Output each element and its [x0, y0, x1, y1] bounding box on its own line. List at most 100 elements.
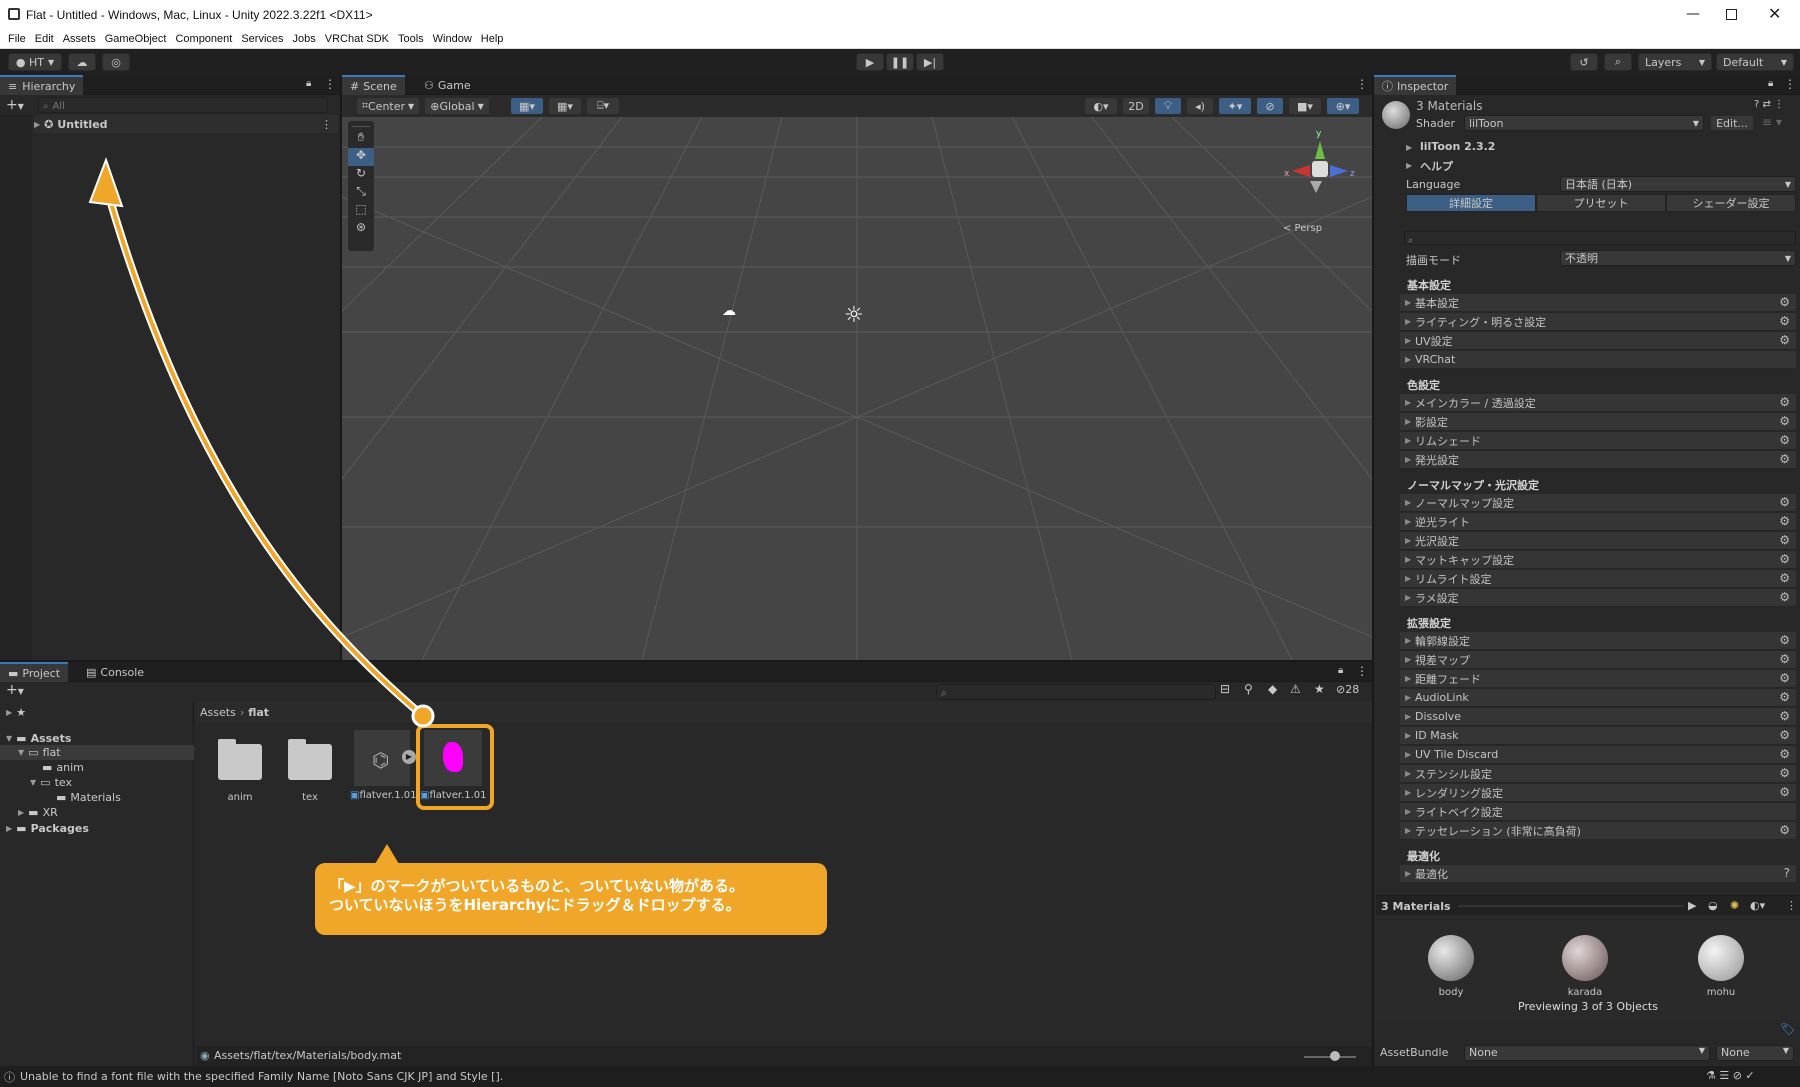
- shader-dropdown[interactable]: lilToon ▼: [1464, 115, 1704, 131]
- cloud-button[interactable]: ☁: [68, 53, 96, 71]
- foldout-shadow[interactable]: ▶ 影設定 ⚙: [1400, 413, 1796, 431]
- gear-icon[interactable]: ⚙: [1779, 571, 1790, 585]
- tag-icon[interactable]: 🏷︎: [1780, 1022, 1795, 1036]
- scene-item[interactable]: ▶ ✪ Untitled ⋮: [34, 115, 338, 133]
- foldout-vrchat[interactable]: ▶ VRChat: [1400, 351, 1796, 369]
- assetbundle-dropdown[interactable]: None ▼: [1464, 1045, 1710, 1061]
- edit-shader-button[interactable]: Edit...: [1710, 115, 1754, 131]
- gear-icon[interactable]: ⚙: [1779, 433, 1790, 447]
- orientation-gizmo[interactable]: y x z < Persp: [1282, 127, 1362, 237]
- foldout-uv[interactable]: ▶ UV設定 ⚙: [1400, 332, 1796, 350]
- render-mode-dropdown[interactable]: 不透明 ▼: [1560, 250, 1796, 266]
- gear-icon[interactable]: ⚙: [1779, 314, 1790, 328]
- help-foldout[interactable]: ヘルプ: [1420, 158, 1453, 174]
- status-tray-icons[interactable]: ⚗ ☰ ⊘ ✓: [1706, 1069, 1755, 1082]
- account-dropdown[interactable]: ● HT ▼: [8, 53, 62, 71]
- more-menu-icon[interactable]: ⋮: [324, 77, 336, 91]
- gear-icon[interactable]: ⚙: [1779, 823, 1790, 837]
- asset-anim-label[interactable]: anim: [208, 792, 272, 803]
- preview-mesh-dropdown[interactable]: ◐▾: [1750, 899, 1765, 912]
- close-button[interactable]: ✕: [1768, 4, 1781, 23]
- tab-shader-settings[interactable]: シェーダー設定: [1666, 194, 1796, 212]
- tab-advanced[interactable]: 詳細設定: [1406, 194, 1536, 212]
- foldout-uv-tile-discard[interactable]: ▶ UV Tile Discard ⚙: [1400, 746, 1796, 764]
- foldout-matcap[interactable]: ▶ マットキャップ設定 ⚙: [1400, 551, 1796, 569]
- gear-icon[interactable]: ⚙: [1779, 333, 1790, 347]
- gear-icon[interactable]: ⚙: [1779, 747, 1790, 761]
- gear-icon[interactable]: ⚙: [1779, 652, 1790, 666]
- expand-arrow-icon[interactable]: ▶: [1406, 161, 1412, 170]
- add-button[interactable]: +▼: [6, 97, 24, 113]
- y-axis-cone[interactable]: [1315, 141, 1325, 159]
- foldout-audiolink[interactable]: ▶ AudioLink ⚙: [1400, 689, 1796, 707]
- gear-icon[interactable]: ⚙: [1779, 514, 1790, 528]
- gear-icon[interactable]: ⚙: [1779, 785, 1790, 799]
- gear-icon[interactable]: ⚙: [1779, 295, 1790, 309]
- menu-services[interactable]: Services: [241, 33, 283, 45]
- expand-arrow-icon[interactable]: ▶: [34, 120, 40, 129]
- tab-scene[interactable]: # Scene: [342, 75, 405, 95]
- foldout-parallax[interactable]: ▶ 視差マップ ⚙: [1400, 651, 1796, 669]
- search-button[interactable]: ⌕: [1604, 53, 1632, 71]
- tree-materials[interactable]: ▬ Materials: [56, 790, 121, 805]
- light-icon[interactable]: ✺: [1730, 899, 1739, 912]
- menu-tools[interactable]: Tools: [398, 33, 424, 45]
- minimize-button[interactable]: —: [1686, 6, 1700, 22]
- foldout-optimize[interactable]: ▶ 最適化?: [1400, 865, 1796, 883]
- language-dropdown[interactable]: 日本語 (日本) ▼: [1560, 176, 1796, 192]
- z-axis-cone[interactable]: [1330, 165, 1348, 177]
- folder-tex-icon[interactable]: [288, 739, 332, 780]
- label-filter-icon[interactable]: ◆: [1268, 682, 1277, 696]
- drag-handle[interactable]: [352, 123, 370, 127]
- hand-tool-icon[interactable]: ✋︎: [348, 130, 374, 148]
- history-button[interactable]: ↺: [1570, 53, 1598, 71]
- foldout-normal-map[interactable]: ▶ ノーマルマップ設定 ⚙: [1400, 494, 1796, 512]
- menu-assets[interactable]: Assets: [63, 33, 96, 45]
- search-by-type-icon[interactable]: ⊟: [1220, 682, 1230, 696]
- scene-grid[interactable]: [342, 117, 1372, 660]
- light-gizmo-icon[interactable]: ☼: [844, 303, 864, 328]
- tab-inspector[interactable]: ⓘ Inspector: [1374, 75, 1457, 95]
- more-menu-icon[interactable]: ⋮: [1786, 899, 1797, 912]
- collab-button[interactable]: ◎: [102, 53, 130, 71]
- play-icon[interactable]: ▶: [1688, 899, 1696, 912]
- menu-help[interactable]: Help: [481, 33, 504, 45]
- create-button[interactable]: +▼: [6, 682, 24, 698]
- foldout-backlight[interactable]: ▶ 逆光ライト ⚙: [1400, 513, 1796, 531]
- inspector-search-input[interactable]: ⌕: [1404, 231, 1796, 246]
- audio-toggle[interactable]: ◂): [1186, 97, 1214, 115]
- foldout-rim-light[interactable]: ▶ リムライト設定 ⚙: [1400, 570, 1796, 588]
- foldout-reflection[interactable]: ▶ 光沢設定 ⚙: [1400, 532, 1796, 550]
- foldout-glitter[interactable]: ▶ ラメ設定 ⚙: [1400, 589, 1796, 607]
- draw-mode-dropdown[interactable]: ◐▾: [1084, 97, 1118, 115]
- help-icon[interactable]: ?: [1784, 866, 1790, 880]
- menu-file[interactable]: File: [8, 33, 26, 45]
- gear-icon[interactable]: ⚙: [1779, 633, 1790, 647]
- tab-preset[interactable]: プリセット: [1536, 194, 1666, 212]
- filter-icon[interactable]: ⚲: [1244, 682, 1253, 696]
- foldout-id-mask[interactable]: ▶ ID Mask ⚙: [1400, 727, 1796, 745]
- foldout-distance-fade[interactable]: ▶ 距離フェード ⚙: [1400, 670, 1796, 688]
- pivot-dropdown[interactable]: ⌗ Center ▼: [356, 97, 420, 115]
- maximize-button[interactable]: [1726, 9, 1737, 20]
- gear-icon[interactable]: ⚙: [1779, 495, 1790, 509]
- increment-snap-button[interactable]: ▦▾: [548, 97, 582, 115]
- tree-packages[interactable]: ▶ ▬ Packages: [6, 820, 89, 836]
- layers-dropdown[interactable]: Layers ▼: [1638, 53, 1712, 71]
- play-button[interactable]: ▶: [856, 53, 884, 71]
- expand-play-icon[interactable]: ▶: [402, 750, 416, 764]
- asset-prefab-label[interactable]: ▣flatver.1.01: [350, 790, 417, 801]
- foldout-main-color[interactable]: ▶ メインカラー / 透過設定 ⚙: [1400, 394, 1796, 412]
- neg-y-cone[interactable]: [1310, 181, 1322, 193]
- asset-tex-label[interactable]: tex: [278, 792, 342, 803]
- tree-flat[interactable]: ▼ ▭ flat: [0, 745, 194, 760]
- expand-arrow-icon[interactable]: ▶: [1406, 143, 1412, 152]
- camera-dropdown[interactable]: ■▾: [1288, 97, 1322, 115]
- lock-icon[interactable]: 🔒︎: [1768, 78, 1773, 89]
- foldout-dissolve[interactable]: ▶ Dissolve ⚙: [1400, 708, 1796, 726]
- gear-icon[interactable]: ⚙: [1779, 395, 1790, 409]
- layout-dropdown[interactable]: Default ▼: [1716, 53, 1794, 71]
- foldout-rim-shade[interactable]: ▶ リムシェード ⚙: [1400, 432, 1796, 450]
- foldout-rendering[interactable]: ▶ レンダリング設定 ⚙: [1400, 784, 1796, 802]
- project-search-input[interactable]: ⌕: [936, 684, 1216, 700]
